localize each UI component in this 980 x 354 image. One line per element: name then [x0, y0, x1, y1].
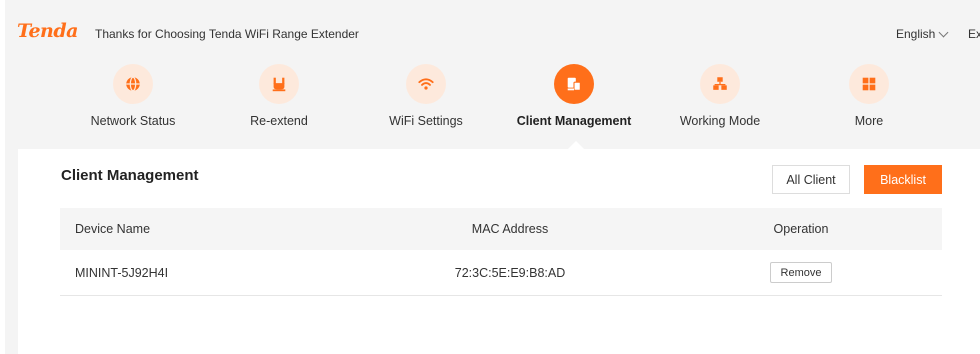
language-selector[interactable]: English [896, 27, 949, 41]
nav-label: Network Status [90, 114, 176, 128]
client-table: Device Name MAC Address Operation MININT… [60, 208, 942, 296]
header-tagline: Thanks for Choosing Tenda WiFi Range Ext… [95, 27, 359, 41]
exit-link[interactable]: Exit [968, 27, 980, 41]
blacklist-button[interactable]: Blacklist [864, 165, 942, 194]
nav-more[interactable]: More [804, 64, 934, 128]
operation-cell: Remove [760, 250, 842, 295]
chevron-down-icon [938, 27, 949, 38]
page-title: Client Management [61, 167, 199, 184]
nav-label: Re-extend [250, 114, 308, 128]
table-row: MININT-5J92H4I 72:3C:5E:E9:B8:AD Remove [60, 250, 942, 296]
main-nav: Network Status Re-extend WiFi Settings C… [0, 64, 980, 136]
all-client-button[interactable]: All Client [772, 165, 850, 194]
nav-icon-circle [554, 64, 594, 104]
nav-label: Working Mode [679, 114, 761, 128]
table-header: Device Name MAC Address Operation [60, 208, 942, 250]
nav-icon-circle [113, 64, 153, 104]
plug-icon [272, 77, 286, 92]
nav-icon-circle [849, 64, 889, 104]
client-management-panel: Client Management All Client Blacklist D… [18, 149, 980, 354]
top-bar: Tenda Thanks for Choosing Tenda WiFi Ran… [5, 14, 980, 52]
network-icon [713, 77, 727, 90]
grid-icon [862, 77, 876, 91]
nav-network-status[interactable]: Network Status [68, 64, 198, 128]
globe-icon [126, 76, 140, 92]
remove-button[interactable]: Remove [770, 262, 832, 283]
nav-label: WiFi Settings [389, 114, 463, 128]
nav-icon-circle [406, 64, 446, 104]
client-icon [567, 77, 581, 91]
nav-label: More [854, 114, 884, 128]
nav-client-management[interactable]: Client Management [509, 64, 639, 128]
wifi-icon [418, 78, 434, 90]
nav-icon-circle [700, 64, 740, 104]
active-tab-pointer [568, 141, 584, 149]
nav-wifi-settings[interactable]: WiFi Settings [361, 64, 491, 128]
column-header-operation: Operation [773, 222, 829, 236]
language-label: English [896, 27, 936, 41]
nav-re-extend[interactable]: Re-extend [214, 64, 344, 128]
nav-label: Client Management [516, 114, 632, 128]
nav-working-mode[interactable]: Working Mode [655, 64, 785, 128]
nav-icon-circle [259, 64, 299, 104]
tenda-logo: Tenda [17, 20, 78, 42]
